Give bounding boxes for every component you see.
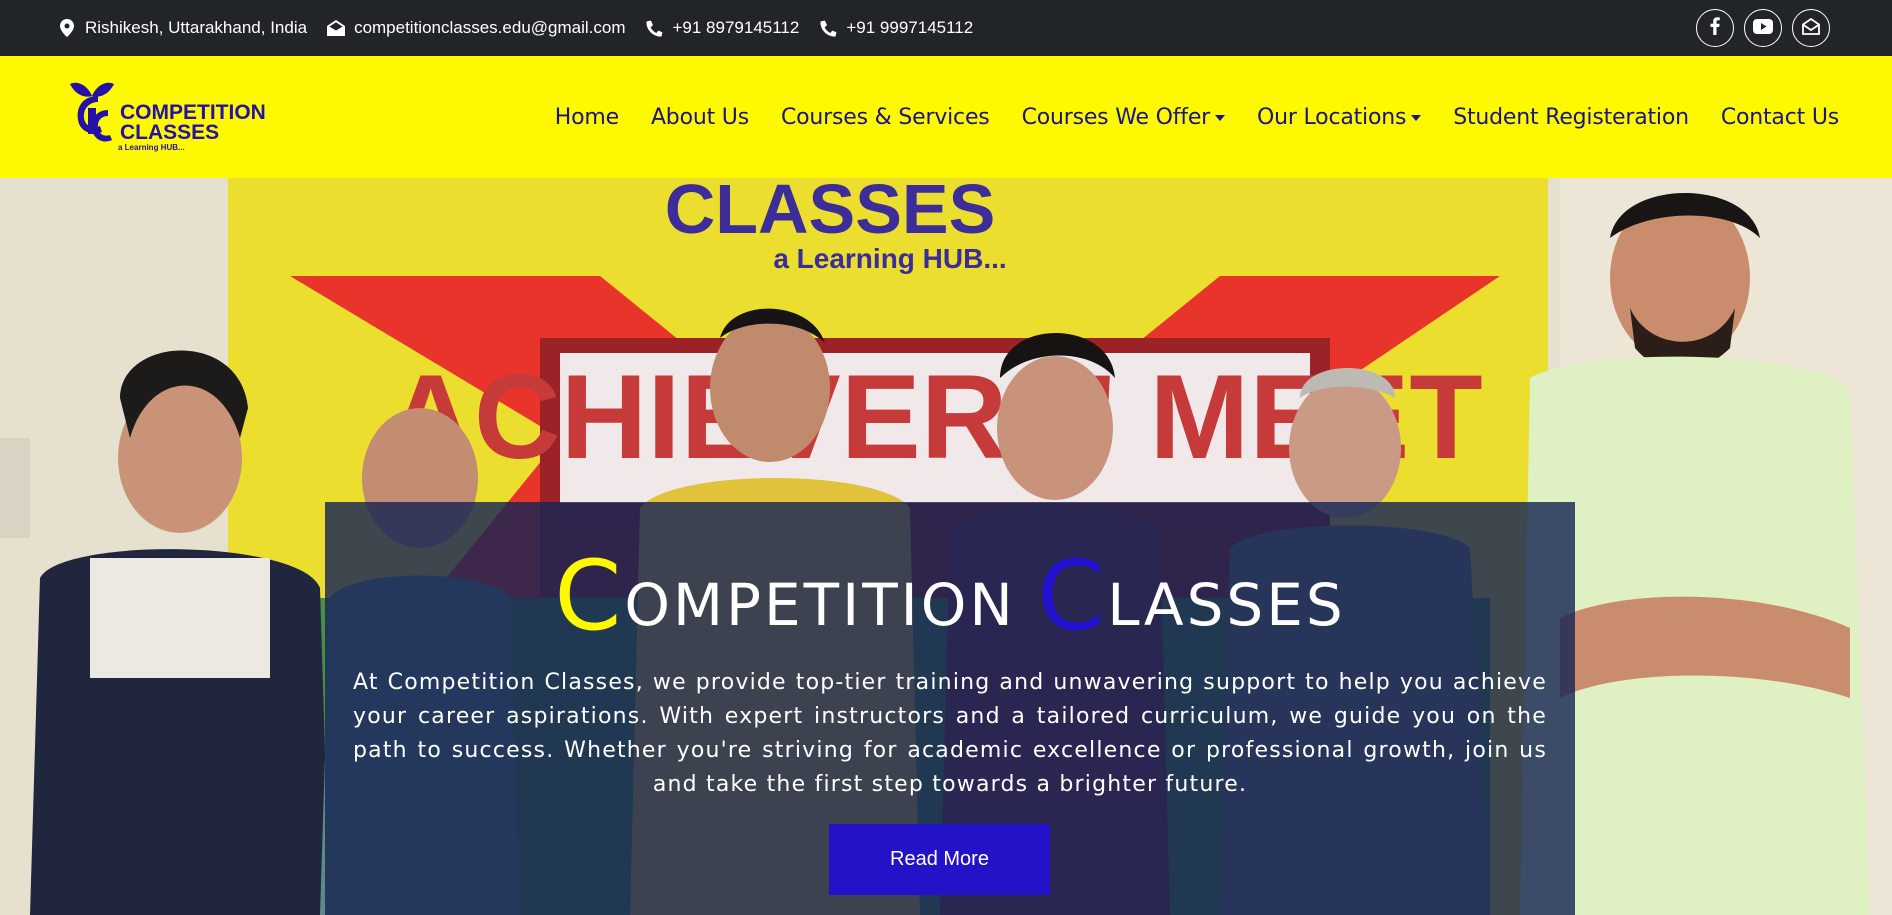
email-text[interactable]: competitionclasses.edu@gmail.com xyxy=(354,18,625,38)
hero-section: ACHIEVERS' MEET CLASSES a Learning HUB..… xyxy=(0,178,1892,915)
location-text: Rishikesh, Uttarakhand, India xyxy=(85,18,308,37)
nav-student-registration[interactable]: Student Registeration xyxy=(1453,105,1689,130)
phone-text-2[interactable]: +91 9997145112 xyxy=(846,18,973,38)
nav-contact-us[interactable]: Contact Us xyxy=(1721,105,1839,130)
youtube-icon xyxy=(1753,18,1773,38)
nav-home-label: Home xyxy=(554,104,619,130)
nav-home[interactable]: Home xyxy=(555,105,619,130)
phone-icon xyxy=(819,19,837,37)
nav-courses-offer-label: Courses We Offer xyxy=(1021,104,1211,130)
site-logo[interactable]: COMPETITION CLASSES a Learning HUB... xyxy=(68,80,268,152)
hero-title: Competition Classes xyxy=(325,540,1575,652)
nav-contact-label: Contact Us xyxy=(1720,104,1839,130)
hero-description: At Competition Classes, we provide top-t… xyxy=(353,670,1547,797)
nav-registration-label: Student Registeration xyxy=(1453,104,1689,130)
youtube-link[interactable] xyxy=(1744,9,1782,47)
nav-locations-label: Our Locations xyxy=(1257,104,1407,130)
phone-info-1[interactable]: +91 8979145112 xyxy=(646,18,800,38)
main-navbar: COMPETITION CLASSES a Learning HUB... Ho… xyxy=(0,56,1892,178)
nav-our-locations-dropdown[interactable]: Our Locations xyxy=(1257,104,1422,130)
nav-courses-services[interactable]: Courses & Services xyxy=(781,105,990,130)
hero-title-rest-1: ompetition xyxy=(624,571,1016,639)
phone-info-2[interactable]: +91 9997145112 xyxy=(819,18,973,38)
hero-title-initial-1: C xyxy=(554,540,625,652)
caret-down-icon xyxy=(1411,115,1422,121)
logo-text-line2: CLASSES xyxy=(120,121,219,144)
caret-down-icon xyxy=(1215,115,1226,121)
hero-title-rest-2: lasses xyxy=(1107,571,1346,639)
top-contact-bar: Rishikesh, Uttarakhand, India competitio… xyxy=(0,0,1892,56)
envelope-open-icon xyxy=(327,19,346,37)
read-more-button[interactable]: Read More xyxy=(829,824,1050,895)
envelope-open-icon xyxy=(1802,17,1820,39)
banner-top-text: CLASSES xyxy=(665,178,996,248)
map-pin-icon xyxy=(58,19,76,37)
contact-info: Rishikesh, Uttarakhand, India competitio… xyxy=(58,18,993,38)
nav-courses-services-label: Courses & Services xyxy=(780,104,990,130)
logo-tagline: a Learning HUB... xyxy=(118,143,185,152)
facebook-link[interactable] xyxy=(1696,9,1734,47)
social-links xyxy=(1696,9,1830,47)
hero-title-initial-2: C xyxy=(1037,540,1108,652)
nav-menu: Home About Us Courses & Services Courses… xyxy=(523,56,1839,178)
nav-courses-we-offer-dropdown[interactable]: Courses We Offer xyxy=(1021,104,1226,130)
location-info: Rishikesh, Uttarakhand, India xyxy=(58,18,307,38)
phone-icon xyxy=(646,19,664,37)
email-link[interactable] xyxy=(1792,9,1830,47)
nav-about-us[interactable]: About Us xyxy=(651,105,749,130)
email-info[interactable]: competitionclasses.edu@gmail.com xyxy=(327,18,626,38)
facebook-icon xyxy=(1710,17,1720,39)
phone-text-1[interactable]: +91 8979145112 xyxy=(673,18,800,38)
banner-sub-text: a Learning HUB... xyxy=(773,243,1006,274)
hero-overlay-panel: Competition Classes At Competition Class… xyxy=(325,502,1575,915)
nav-about-label: About Us xyxy=(650,104,749,130)
